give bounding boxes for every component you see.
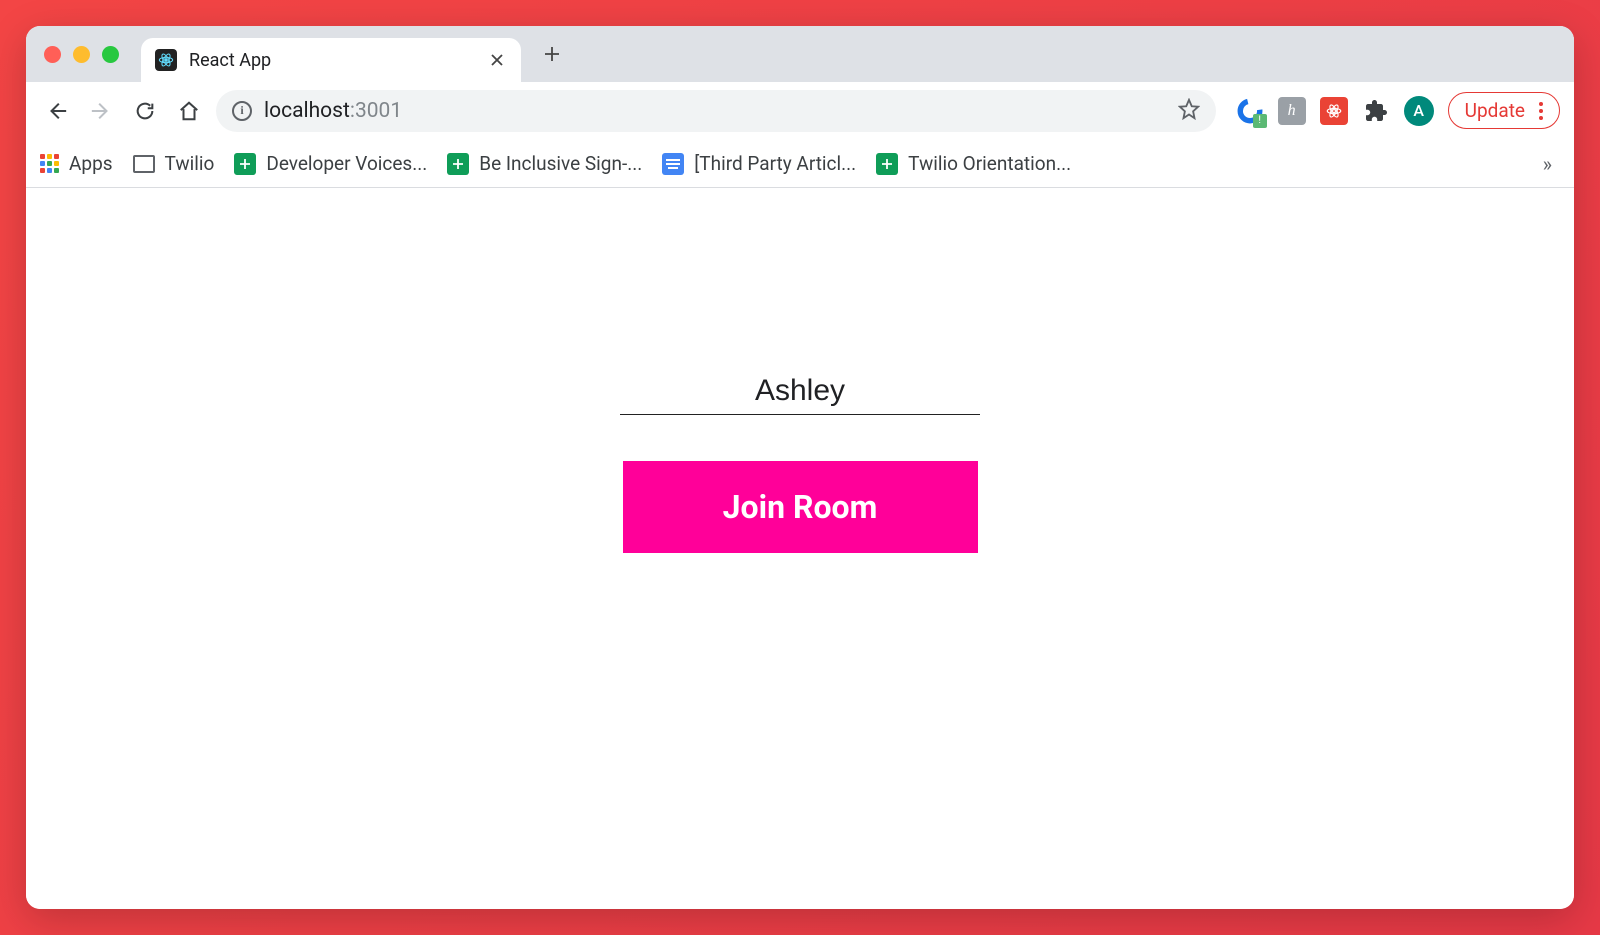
bookmark-twilio-orientation[interactable]: Twilio Orientation... [876, 152, 1071, 175]
url-text: localhost:3001 [264, 99, 1166, 123]
reload-button[interactable] [128, 94, 162, 128]
extension-icons: ! h A Update [1236, 92, 1560, 129]
browser-toolbar: i localhost:3001 ! h A Up [26, 82, 1574, 140]
sheets-icon [447, 153, 469, 175]
bookmark-star-icon[interactable] [1178, 98, 1200, 124]
window-close-button[interactable] [44, 46, 61, 63]
url-host: localhost [264, 99, 350, 123]
bookmark-third-party[interactable]: [Third Party Articl... [662, 152, 856, 175]
bookmark-label: [Third Party Articl... [694, 152, 856, 175]
bookmark-developer-voices[interactable]: Developer Voices... [234, 152, 427, 175]
bookmark-label: Apps [69, 152, 113, 175]
page-content: Join Room [26, 188, 1574, 909]
tab-close-button[interactable] [487, 50, 507, 70]
name-input[interactable] [620, 368, 980, 415]
window-maximize-button[interactable] [102, 46, 119, 63]
extensions-menu-icon[interactable] [1362, 97, 1390, 125]
tab-bar: React App [26, 26, 1574, 82]
bookmark-apps[interactable]: Apps [40, 152, 113, 175]
join-room-button[interactable]: Join Room [623, 461, 978, 553]
update-label: Update [1465, 99, 1525, 122]
tab-title: React App [189, 50, 475, 71]
bookmark-label: Be Inclusive Sign-... [479, 152, 642, 175]
forward-button[interactable] [84, 94, 118, 128]
address-bar[interactable]: i localhost:3001 [216, 90, 1216, 132]
profile-avatar[interactable]: A [1404, 96, 1434, 126]
url-port: :3001 [350, 99, 402, 123]
extension-icon-2[interactable]: h [1278, 97, 1306, 125]
window-minimize-button[interactable] [73, 46, 90, 63]
bookmarks-overflow-button[interactable]: » [1535, 148, 1560, 180]
sheets-icon [876, 153, 898, 175]
bookmarks-bar: Apps Twilio Developer Voices... Be Inclu… [26, 140, 1574, 188]
bookmark-label: Twilio [165, 152, 215, 175]
site-info-icon[interactable]: i [232, 101, 252, 121]
menu-dots-icon [1539, 102, 1543, 120]
back-button[interactable] [40, 94, 74, 128]
new-tab-button[interactable] [537, 39, 567, 69]
update-button[interactable]: Update [1448, 92, 1560, 129]
avatar-initial: A [1413, 101, 1424, 120]
browser-window: React App i localhost:3001 [26, 26, 1574, 909]
apps-grid-icon [40, 154, 59, 173]
bookmark-label: Developer Voices... [266, 152, 427, 175]
browser-tab[interactable]: React App [141, 38, 521, 82]
docs-icon [662, 153, 684, 175]
bookmark-be-inclusive[interactable]: Be Inclusive Sign-... [447, 152, 642, 175]
react-favicon-icon [155, 49, 177, 71]
folder-icon [133, 155, 155, 173]
home-button[interactable] [172, 94, 206, 128]
extension-icon-1[interactable]: ! [1236, 97, 1264, 125]
bookmark-twilio[interactable]: Twilio [133, 152, 215, 175]
extension-icon-3[interactable] [1320, 97, 1348, 125]
bookmark-label: Twilio Orientation... [908, 152, 1071, 175]
sheets-icon [234, 153, 256, 175]
window-controls [44, 46, 119, 63]
